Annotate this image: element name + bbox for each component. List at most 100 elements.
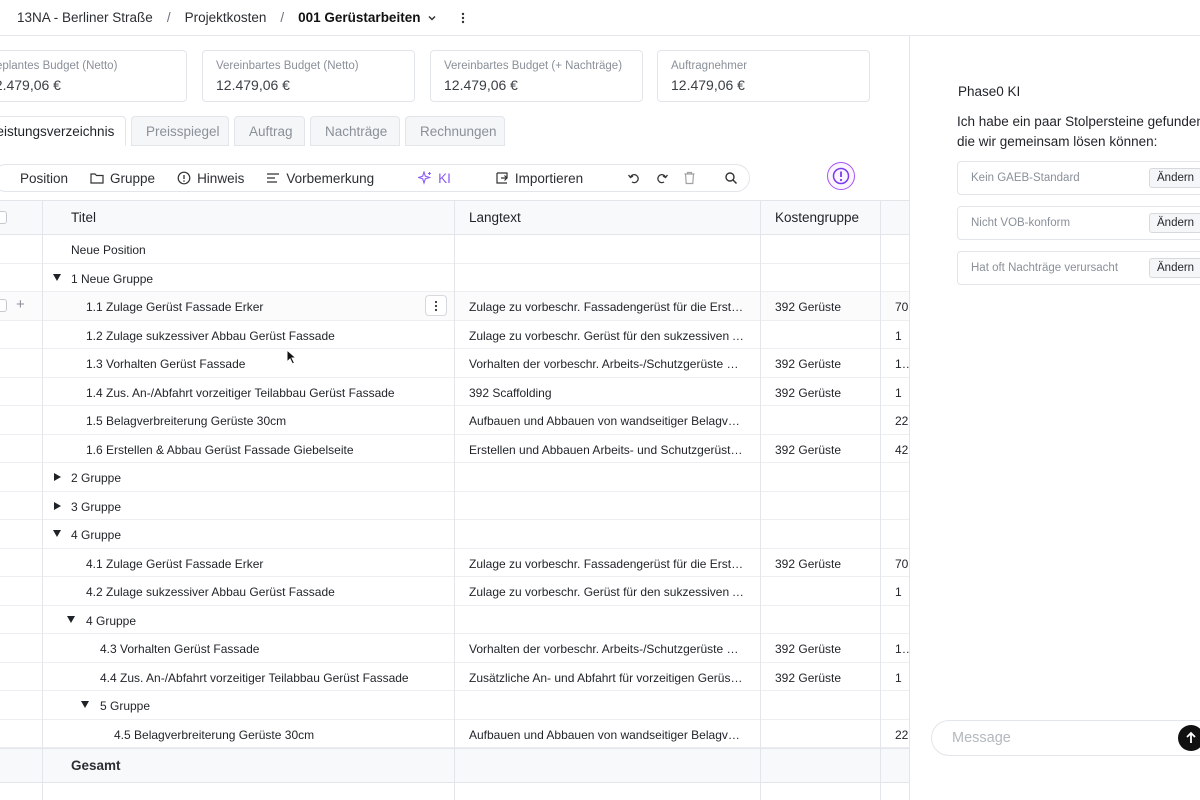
chevron-down-icon[interactable] <box>426 12 438 24</box>
budget-cards: Geplantes Budget (Netto) 12.479,06 € Ver… <box>0 50 909 102</box>
select-all-checkbox[interactable] <box>0 211 7 224</box>
issue-change-button[interactable]: Ändern <box>1149 168 1200 188</box>
issue-item: Nicht VOB-konform Ändern <box>957 206 1200 240</box>
lv-table: Titel Langtext Kostengruppe Neue Positio… <box>0 200 909 800</box>
card-label: Auftragnehmer <box>671 60 748 72</box>
alert-icon <box>832 167 850 185</box>
cell-title: 1.4 Zus. An-/Abfahrt vorzeitiger Teilabb… <box>86 385 395 400</box>
budget-card-contractor: Auftragnehmer 12.479,06 € <box>657 50 870 102</box>
breadcrumb-project[interactable]: 13NA - Berliner Straße <box>17 10 153 25</box>
card-label: Vereinbartes Budget (+ Nachträge) <box>444 60 623 72</box>
add-hint-button[interactable]: Hinweis <box>177 171 244 186</box>
budget-card-agreed: Vereinbartes Budget (Netto) 12.479,06 € <box>202 50 415 102</box>
toolbar-label: KI <box>438 170 451 186</box>
cell-quantity: 1 <box>895 328 902 343</box>
column-divider[interactable] <box>880 200 881 800</box>
cell-quantity: 22 <box>895 414 909 428</box>
breadcrumb-current[interactable]: 001 Gerüstarbeiten <box>298 10 420 25</box>
card-value: 12.479,06 € <box>0 77 61 93</box>
caret-down-icon[interactable] <box>67 615 75 623</box>
column-header-langtext[interactable]: Langtext <box>469 210 521 225</box>
cell-title: 1.3 Vorhalten Gerüst Fassade <box>86 357 246 371</box>
cell-kostengruppe: 392 Gerüste <box>775 556 842 571</box>
cell-quantity: 22 <box>895 727 909 742</box>
cell-title: 4.3 Vorhalten Gerüst Fassade <box>100 642 260 656</box>
text-lines-icon <box>266 172 280 184</box>
plus-icon[interactable]: + <box>16 296 25 313</box>
tab-rechnungen[interactable]: Rechnungen <box>405 116 505 146</box>
more-options-icon[interactable] <box>460 11 466 25</box>
redo-icon[interactable] <box>655 171 669 185</box>
cell-langtext: Aufbauen und Abbauen von wandseitiger Be… <box>469 414 744 428</box>
import-button[interactable]: Importieren <box>495 171 583 186</box>
cell-kostengruppe: 392 Gerüste <box>775 670 842 685</box>
cell-title: 5 Gruppe <box>100 699 151 713</box>
trash-icon[interactable] <box>683 171 696 185</box>
column-header-kostengruppe[interactable]: Kostengruppe <box>775 210 859 225</box>
row-menu-button[interactable] <box>425 295 447 316</box>
add-preamble-button[interactable]: Vorbemerkung <box>266 171 374 186</box>
breadcrumb-separator: / <box>280 10 285 25</box>
cell-title: 1.1 Zulage Gerüst Fassade Erker <box>86 300 264 314</box>
cell-langtext: Vorhalten der vorbeschr. Arbeits-/Schutz… <box>469 357 744 371</box>
tab-preisspiegel[interactable]: Preisspiegel <box>131 116 229 146</box>
cell-kostengruppe: 392 Gerüste <box>775 357 842 371</box>
toolbar-label: Hinweis <box>197 170 245 186</box>
import-icon <box>495 171 509 185</box>
toolbar: Position Gruppe Hinweis Vorbemerkung KI <box>0 164 750 192</box>
add-position-button[interactable]: Position <box>13 171 68 186</box>
row-checkbox[interactable] <box>0 299 7 312</box>
cell-kostengruppe: 392 Gerüste <box>775 642 842 656</box>
plus-icon <box>13 178 14 179</box>
cell-quantity: 1 <box>895 585 902 599</box>
cell-langtext: Zulage zu vorbeschr. Fassadengerüst für … <box>469 300 744 314</box>
panel-message: Ich habe ein paar Stolpersteine gefunden… <box>957 112 1200 152</box>
tab-nachtraege[interactable]: Nachträge <box>310 116 400 146</box>
message-input[interactable]: Message <box>931 720 1200 756</box>
cell-title: 4 Gruppe <box>71 528 122 542</box>
message-placeholder: Message <box>952 730 1011 746</box>
cell-langtext: Zulage zu vorbeschr. Fassadengerüst für … <box>469 556 744 571</box>
caret-down-icon[interactable] <box>81 701 89 708</box>
card-label: Geplantes Budget (Netto) <box>0 60 118 72</box>
issue-change-button[interactable]: Ändern <box>1149 213 1200 233</box>
cell-quantity: 19. <box>895 357 909 371</box>
issue-change-button[interactable]: Ändern <box>1149 258 1200 278</box>
breadcrumb-section[interactable]: Projektkosten <box>185 10 267 25</box>
send-button[interactable] <box>1178 725 1200 751</box>
caret-right-icon[interactable] <box>54 473 61 481</box>
column-divider[interactable] <box>760 200 761 800</box>
add-group-button[interactable]: Gruppe <box>90 171 155 186</box>
cell-title: 4.5 Belagverbreiterung Gerüste 30cm <box>114 727 315 742</box>
toolbar-label: Importieren <box>514 170 584 186</box>
caret-down-icon[interactable] <box>53 530 61 537</box>
card-value: 12.479,06 € <box>444 77 518 93</box>
cell-kostengruppe: 392 Gerüste <box>775 385 842 400</box>
cell-title: 1 Neue Gruppe <box>71 271 154 286</box>
ai-alert-button[interactable] <box>827 162 855 190</box>
cell-langtext: Zulage zu vorbeschr. Gerüst für den sukz… <box>469 328 744 343</box>
ki-button[interactable]: KI <box>418 171 451 186</box>
sparkle-icon <box>418 171 432 185</box>
cell-langtext: Erstellen und Abbauen Arbeits- und Schut… <box>469 442 744 457</box>
undo-icon[interactable] <box>627 171 641 185</box>
footer-total-label: Gesamt <box>71 758 121 773</box>
cell-langtext: 392 Scaffolding <box>469 385 552 400</box>
top-bar: 13NA - Berliner Straße / Projektkosten /… <box>0 0 1200 36</box>
budget-card-planned: Geplantes Budget (Netto) 12.479,06 € <box>0 50 187 102</box>
tab-auftrag[interactable]: Auftrag <box>234 116 305 146</box>
caret-right-icon[interactable] <box>54 501 61 510</box>
cell-quantity: 70 <box>895 556 909 571</box>
cell-langtext: Zusätzliche An- und Abfahrt für vorzeiti… <box>469 670 744 685</box>
tab-leistungsverzeichnis[interactable]: Leistungsverzeichnis <box>0 116 126 146</box>
budget-card-agreed-addenda: Vereinbartes Budget (+ Nachträge) 12.479… <box>430 50 643 102</box>
cell-quantity: 1 <box>895 385 902 400</box>
issue-text: Hat oft Nachträge verursacht <box>971 262 1119 274</box>
info-icon <box>177 171 191 185</box>
cell-quantity: 19. <box>895 642 909 656</box>
search-icon[interactable] <box>724 171 738 185</box>
caret-down-icon[interactable] <box>53 273 61 281</box>
cell-quantity: 70 <box>895 300 909 314</box>
column-header-title[interactable]: Titel <box>71 210 96 225</box>
column-divider[interactable] <box>454 200 455 800</box>
